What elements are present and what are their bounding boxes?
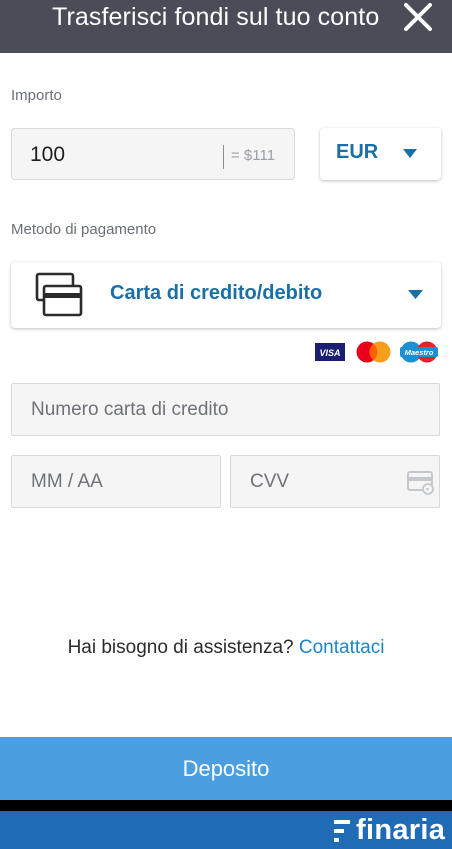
visa-logo-text: VISA [319,348,340,358]
expiry-field[interactable] [11,455,221,508]
footer-bar: finaria [0,811,452,849]
credit-card-icon [35,272,83,317]
chevron-down-icon [408,290,423,299]
amount-label: Importo [11,87,62,104]
payment-method-value: Carta di credito/debito [110,282,323,304]
maestro-logo-text: Maestro [405,348,434,357]
amount-field[interactable]: = $111 [11,128,295,180]
close-icon [404,3,432,31]
help-text: Hai bisogno di assistenza? Contattaci [0,637,452,659]
page-title: Trasferisci fondi sul tuo conto [52,3,380,31]
currency-select[interactable]: EUR [320,128,441,180]
card-number-field[interactable] [11,383,440,436]
help-question: Hai bisogno di assistenza? [67,637,294,658]
finaria-logo-icon [334,820,350,842]
card-brand-logos: VISA Maestro [315,341,438,363]
expiry-input[interactable] [31,456,198,507]
contact-link[interactable]: Contattaci [299,637,385,658]
deposit-button[interactable]: Deposito [0,737,452,800]
chevron-down-icon [403,149,417,158]
card-back-icon [407,471,434,495]
visa-logo: VISA [315,343,345,361]
maestro-logo: Maestro [400,341,438,363]
finaria-logo-text: finaria [356,814,446,846]
cvv-field[interactable] [230,455,440,508]
amount-divider [223,145,224,169]
card-number-input[interactable] [31,384,373,435]
payment-method-select[interactable]: Carta di credito/debito [11,262,441,328]
close-button[interactable] [400,0,438,34]
amount-conversion: = $111 [231,147,276,164]
mastercard-logo [356,341,391,363]
footer-divider [0,800,452,811]
header-bar: Trasferisci fondi sul tuo conto [0,0,452,53]
currency-value: EUR [336,141,379,163]
cvv-input[interactable] [250,456,417,507]
amount-input[interactable] [30,141,220,169]
payment-method-label: Metodo di pagamento [11,221,157,238]
